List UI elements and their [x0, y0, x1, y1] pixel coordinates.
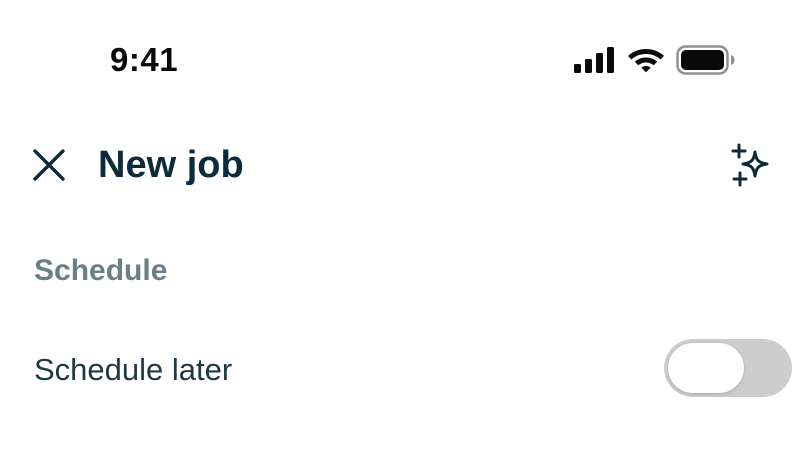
toggle-knob [668, 343, 744, 393]
header: New job [0, 130, 800, 202]
close-button[interactable] [26, 142, 72, 188]
status-bar: 9:41 [0, 0, 800, 120]
ai-assist-button[interactable] [724, 138, 780, 194]
close-icon [33, 149, 65, 181]
wifi-icon [628, 49, 664, 73]
status-time: 9:41 [110, 41, 179, 78]
page-title: New job [98, 144, 244, 186]
schedule-later-toggle[interactable] [664, 339, 792, 397]
schedule-later-row: Schedule later [0, 330, 800, 410]
sparkles-icon [731, 143, 769, 187]
section-heading-schedule: Schedule [34, 254, 168, 287]
battery-icon [676, 45, 735, 75]
signal-icon [574, 47, 614, 73]
setting-label: Schedule later [34, 352, 233, 387]
